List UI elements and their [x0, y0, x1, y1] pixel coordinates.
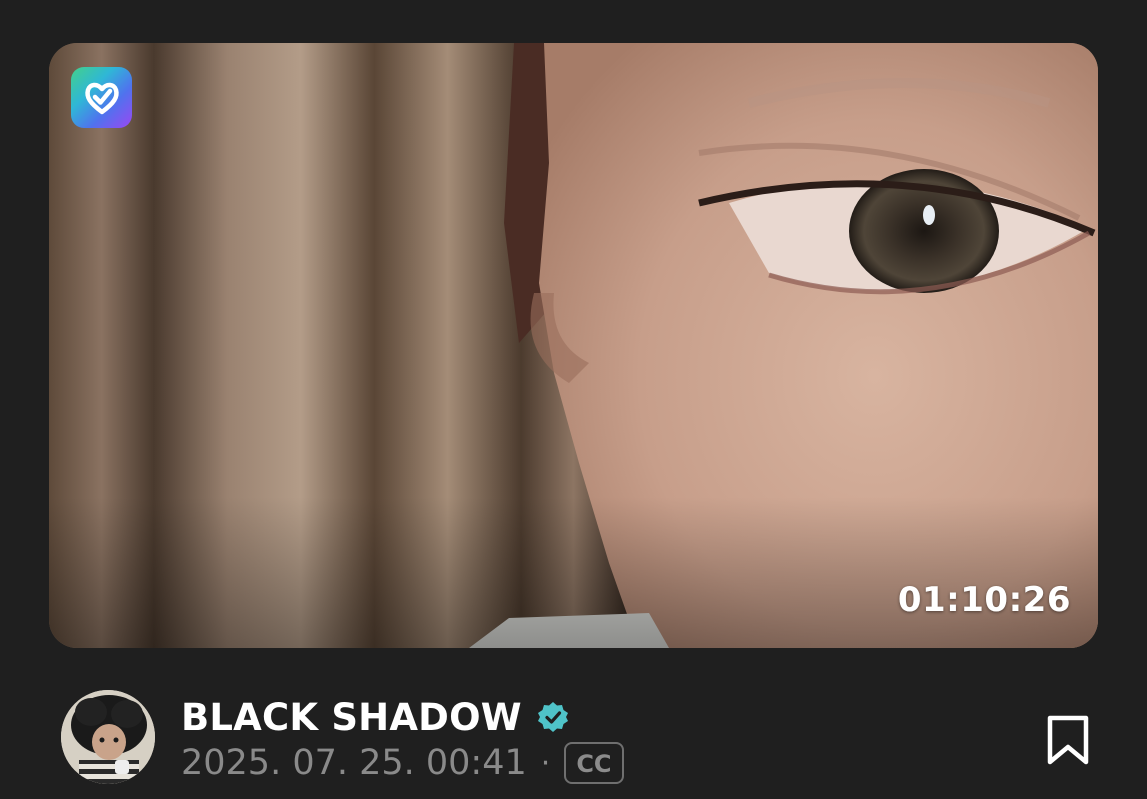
channel-line: BLACK SHADOW [181, 693, 570, 741]
video-card: 01:10:26 BLACK SHADOW 2025. 07. 25. 00:4… [0, 0, 1147, 799]
channel-name[interactable]: BLACK SHADOW [181, 696, 522, 739]
app-logo-icon [71, 67, 132, 128]
separator-dot: · [540, 745, 551, 781]
upload-date: 2025. 07. 25. 00:41 [181, 743, 527, 783]
thumbnail-image [49, 43, 1098, 648]
heart-check-logo-icon [84, 82, 119, 114]
bookmark-button[interactable] [1042, 712, 1094, 768]
cc-badge: CC [564, 742, 624, 784]
meta-line: 2025. 07. 25. 00:41 · CC [181, 739, 624, 787]
video-thumbnail[interactable] [49, 43, 1098, 648]
video-duration: 01:10:26 [897, 580, 1071, 620]
avatar-image [61, 690, 155, 784]
bookmark-icon [1047, 715, 1089, 765]
verified-badge-icon [537, 702, 568, 732]
channel-avatar[interactable] [61, 690, 155, 784]
video-info-row: BLACK SHADOW 2025. 07. 25. 00:41 · CC [0, 685, 1147, 795]
